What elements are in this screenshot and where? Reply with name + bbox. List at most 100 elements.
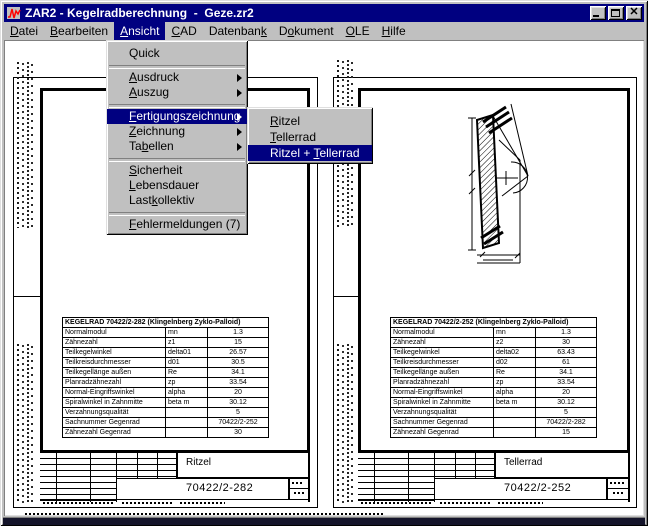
param-symbol: alpha: [494, 388, 536, 398]
ansicht-dropdown: Quick AusdruckAuszug FertigungszeichnungZe…: [106, 40, 248, 235]
submenu-arrow-icon: [237, 113, 242, 121]
drawing-number: 70422/2-252: [496, 479, 608, 499]
table-title: KEGELRAD 70422/2-282 (Klingelnberg Zyklo…: [63, 318, 269, 328]
table-row: Zähnezahlz115: [63, 338, 269, 348]
param-symbol: [166, 418, 208, 428]
table-row: Teilkegellänge außenRe34.1: [391, 368, 597, 378]
param-label: Spiralwinkel in Zahnmitte: [391, 398, 494, 408]
table-row: Spiralwinkel in Zahnmittebeta m30.12: [391, 398, 597, 408]
param-value: 1.3: [208, 328, 269, 338]
param-value: 15: [536, 428, 597, 438]
menu-item-lastkollektiv[interactable]: Lastkollektiv: [107, 193, 247, 208]
table-row: Spiralwinkel in Zahnmittebeta m30.12: [63, 398, 269, 408]
param-value: 30.12: [536, 398, 597, 408]
param-label: Teilkreisdurchmesser: [391, 358, 494, 368]
param-label: Normalmodul: [63, 328, 166, 338]
menu-item-tellerrad[interactable]: Tellerrad: [248, 129, 372, 145]
param-value: 33.54: [536, 378, 597, 388]
param-label: Normal-Eingriffswinkel: [63, 388, 166, 398]
param-value: 30.5: [208, 358, 269, 368]
param-symbol: [166, 408, 208, 418]
tellerrad-drawing: [455, 96, 585, 271]
menu-item-ritzel-tellerrad[interactable]: Ritzel + Tellerrad: [248, 145, 372, 161]
table-row: Normalmodulmn1.3: [63, 328, 269, 338]
param-value: 34.1: [536, 368, 597, 378]
title-block-tellerrad: Tellerrad 70422/2-252: [358, 450, 628, 502]
param-symbol: d02: [494, 358, 536, 368]
submenu-arrow-icon: [237, 74, 242, 82]
menu-item-ritzel[interactable]: Ritzel: [248, 113, 372, 129]
param-value: 20: [208, 388, 269, 398]
gear-data-table-tellerrad: KEGELRAD 70422/2-252 (Klingelnberg Zyklo…: [390, 317, 597, 438]
table-row: Zähnezahlz230: [391, 338, 597, 348]
menu-ansicht[interactable]: Ansicht: [114, 22, 165, 40]
menu-item-auszug[interactable]: Auszug: [107, 85, 247, 100]
menu-cad[interactable]: CAD: [165, 22, 202, 40]
menu-separator: [107, 208, 247, 217]
param-value: 34.1: [208, 368, 269, 378]
menu-item-fehlermeldungen-7[interactable]: Fehlermeldungen (7): [107, 217, 247, 232]
maximize-icon[interactable]: [608, 6, 624, 20]
table-row: Verzahnungsqualität5: [391, 408, 597, 418]
table-title: KEGELRAD 70422/2-252 (Klingelnberg Zyklo…: [391, 318, 597, 328]
signature-cells: [117, 453, 178, 479]
table-row: Verzahnungsqualität5: [63, 408, 269, 418]
menu-hilfe[interactable]: Hilfe: [376, 22, 412, 40]
title-bar[interactable]: ZAR2 - Kegelradberechnung - Geze.zr2 ✕: [4, 4, 644, 22]
param-label: Teilkegellänge außen: [391, 368, 494, 378]
table-row: Normal-Eingriffswinkelalpha20: [63, 388, 269, 398]
menu-item-lebensdauer[interactable]: Lebensdauer: [107, 178, 247, 193]
menu-bearbeiten[interactable]: Bearbeiten: [44, 22, 114, 40]
margin-text-marks: [15, 344, 35, 504]
sheet-number-cells: [608, 479, 628, 499]
table-row: Normal-Eingriffswinkelalpha20: [391, 388, 597, 398]
param-label: Teilkegelwinkel: [391, 348, 494, 358]
submenu-arrow-icon: [237, 89, 242, 97]
submenu-arrow-icon: [237, 128, 242, 136]
drawing-number: 70422/2-282: [178, 479, 290, 499]
param-label: Zähnezahl Gegenrad: [63, 428, 166, 438]
menu-item-ausdruck[interactable]: Ausdruck: [107, 70, 247, 85]
title-block-ritzel: Ritzel 70422/2-282: [40, 450, 308, 502]
menu-bar: DateiBearbeitenAnsichtCADDatenbankDokume…: [4, 22, 644, 40]
table-row: Planradzähnezahlzp33.54: [63, 378, 269, 388]
param-value: 63.43: [536, 348, 597, 358]
menu-item-fertigungszeichnung[interactable]: Fertigungszeichnung: [107, 109, 247, 124]
menu-item-sicherheit[interactable]: Sicherheit: [107, 163, 247, 178]
param-label: Zähnezahl: [63, 338, 166, 348]
param-label: Normal-Eingriffswinkel: [391, 388, 494, 398]
zar2-app-icon: [6, 6, 22, 20]
menu-datenbank[interactable]: Datenbank: [203, 22, 273, 40]
param-value: 30: [208, 428, 269, 438]
menu-item-zeichnung[interactable]: Zeichnung: [107, 124, 247, 139]
part-name: Ritzel: [178, 453, 308, 479]
menu-datei[interactable]: Datei: [4, 22, 44, 40]
menu-item-tabellen[interactable]: Tabellen: [107, 139, 247, 154]
margin-divider: [333, 296, 360, 297]
param-label: Zähnezahl Gegenrad: [391, 428, 494, 438]
menu-item-quick[interactable]: Quick: [107, 46, 247, 61]
menu-separator: [107, 61, 247, 70]
param-value: 26.57: [208, 348, 269, 358]
menu-separator: [107, 154, 247, 163]
signature-cells: [435, 453, 496, 479]
part-name: Tellerrad: [496, 453, 628, 479]
param-symbol: mn: [494, 328, 536, 338]
close-icon[interactable]: ✕: [626, 6, 642, 20]
minimize-icon[interactable]: [590, 6, 606, 20]
param-value: 20: [536, 388, 597, 398]
window-title: ZAR2 - Kegelradberechnung - Geze.zr2: [25, 6, 590, 20]
margin-text-marks: [15, 62, 35, 228]
menu-ole[interactable]: OLE: [340, 22, 376, 40]
param-symbol: [494, 418, 536, 428]
param-value: 15: [208, 338, 269, 348]
param-symbol: zp: [494, 378, 536, 388]
param-label: Zähnezahl: [391, 338, 494, 348]
table-row: Teilkreisdurchmesserd0130.5: [63, 358, 269, 368]
param-symbol: beta m: [494, 398, 536, 408]
menu-dokument[interactable]: Dokument: [273, 22, 340, 40]
table-row: Teilkegelwinkeldelta0263.43: [391, 348, 597, 358]
sheet-number-cells: [290, 479, 308, 499]
revision-table: [358, 453, 435, 502]
param-symbol: [494, 408, 536, 418]
